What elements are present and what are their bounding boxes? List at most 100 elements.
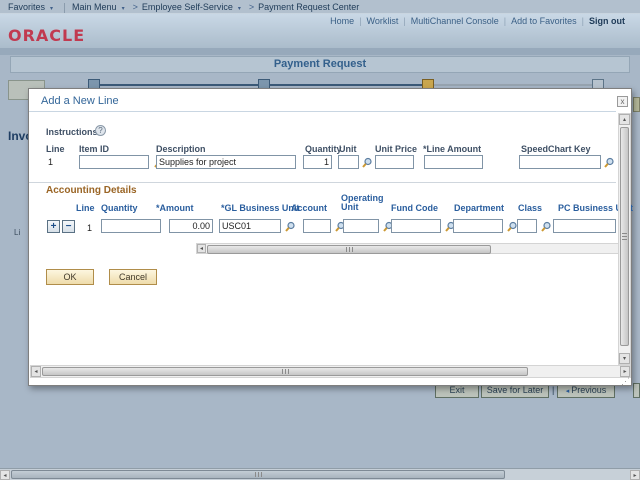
grid-scrollbar-left-icon[interactable]: ◂ (197, 244, 206, 253)
line-amount-input[interactable] (424, 155, 483, 169)
scroll-down-icon[interactable]: ▾ (619, 353, 630, 364)
col-header-class: Class (518, 203, 542, 213)
ok-button[interactable]: OK (46, 269, 94, 285)
row-operating-unit-input[interactable] (343, 219, 379, 233)
col-header-quantity: Quantity (101, 203, 138, 213)
application-window: Favorites ▾ Main Menu ▾ > Employee Self-Servi… (0, 0, 640, 480)
line-amount-label: *Line Amount (423, 144, 481, 154)
unit-lookup-icon[interactable] (361, 157, 373, 169)
background-label-fragment: Li (14, 228, 20, 237)
grid-scrollbar-thumb[interactable] (207, 245, 491, 254)
col-header-account: Account (291, 203, 327, 213)
worklist-link[interactable]: Worklist (367, 16, 399, 26)
chevron-down-icon: ▾ (122, 6, 125, 12)
col-header-fund-code: Fund Code (391, 203, 438, 213)
resize-grip-icon[interactable]: ⋰ (621, 376, 630, 387)
row-pc-business-unit-input[interactable] (553, 219, 616, 233)
speedchart-lookup-icon[interactable] (603, 157, 615, 169)
scrollbar-grip (622, 233, 627, 240)
row-line-number: 1 (87, 223, 92, 233)
section-divider (29, 182, 616, 183)
row-class-input[interactable] (517, 219, 537, 233)
col-header-line: Line (76, 203, 95, 213)
multichannel-console-link[interactable]: MultiChannel Console (411, 16, 499, 26)
dialog-vertical-scrollbar-thumb[interactable] (620, 127, 629, 346)
col-header-department: Department (454, 203, 504, 213)
breadcrumb-main-menu[interactable]: Main Menu (72, 2, 117, 12)
train-line-remaining (428, 84, 598, 86)
description-input[interactable] (156, 155, 296, 169)
row-quantity-input[interactable] (101, 219, 161, 233)
sign-out-link[interactable]: Sign out (589, 16, 625, 26)
page-scroll-right-icon[interactable]: ▸ (630, 470, 640, 480)
breadcrumb-separator: > (133, 2, 138, 12)
dialog-vertical-scrollbar-track[interactable]: ▴ ▾ (618, 113, 631, 365)
speedchart-key-input[interactable] (519, 155, 601, 169)
oracle-logo: ORACLE (8, 26, 85, 45)
breadcrumb-payment-request-center: Payment Request Center (258, 2, 359, 12)
utility-divider: | (403, 16, 405, 26)
close-icon[interactable]: x (617, 96, 628, 107)
chevron-down-icon: ▾ (50, 6, 53, 12)
page-title: Payment Request (10, 56, 630, 73)
quantity-label: Quantity (305, 144, 342, 154)
scroll-left-icon[interactable]: ◂ (31, 366, 41, 377)
cancel-button[interactable]: Cancel (109, 269, 157, 285)
scrollbar-grip (346, 247, 353, 252)
unit-input[interactable] (338, 155, 359, 169)
breadcrumb-favorites[interactable]: Favorites (8, 2, 45, 12)
chevron-down-icon: ▾ (238, 6, 241, 12)
header-band: Home | Worklist | MultiChannel Console | Add t… (0, 14, 640, 48)
scrollbar-grip (282, 369, 289, 374)
dialog-title-divider (29, 111, 616, 112)
page-scrollbar-thumb[interactable] (11, 470, 505, 479)
next-button-fragment[interactable] (633, 383, 640, 398)
dialog-title: Add a New Line (41, 95, 119, 107)
accounting-details-title: Accounting Details (46, 185, 137, 196)
class-lookup-icon[interactable] (540, 221, 552, 233)
background-button-fragment (633, 97, 640, 112)
help-icon[interactable]: ? (95, 125, 106, 136)
add-row-button[interactable]: + (47, 220, 60, 233)
breadcrumb-employee-self-service[interactable]: Employee Self-Service (142, 2, 233, 12)
utility-divider: | (504, 16, 506, 26)
row-fund-code-input[interactable] (391, 219, 441, 233)
row-amount-input[interactable] (169, 219, 213, 233)
scrollbar-grip (255, 472, 262, 477)
unit-price-input[interactable] (375, 155, 414, 169)
description-label: Description (156, 144, 206, 154)
previous-icon: ◂ (566, 388, 570, 395)
grid-scrollbar-track[interactable]: ◂ (196, 243, 619, 254)
breadcrumb: Favorites ▾ Main Menu ▾ > Employee Self-Servi… (0, 0, 640, 14)
row-department-input[interactable] (453, 219, 503, 233)
page-scroll-left-icon[interactable]: ◂ (0, 470, 10, 480)
scroll-up-icon[interactable]: ▴ (619, 114, 630, 125)
line-label: Line (46, 144, 65, 154)
row-gl-business-unit-input[interactable] (219, 219, 281, 233)
line-number: 1 (48, 157, 53, 167)
add-to-favorites-link[interactable]: Add to Favorites (511, 16, 577, 26)
row-account-input[interactable] (303, 219, 331, 233)
dialog-horizontal-scrollbar-thumb[interactable] (42, 367, 528, 376)
utility-divider: | (582, 16, 584, 26)
page-horizontal-scrollbar[interactable]: ◂ ▸ (0, 468, 640, 480)
footer-divider: | (552, 385, 554, 395)
item-id-input[interactable] (79, 155, 149, 169)
speedchart-key-label: SpeedChart Key (521, 144, 591, 154)
breadcrumb-separator: > (249, 2, 254, 12)
col-header-amount: *Amount (156, 203, 194, 213)
breadcrumb-divider (64, 3, 65, 13)
utility-nav: Home | Worklist | MultiChannel Console | Add t… (325, 16, 630, 26)
instructions-label: Instructions (46, 127, 98, 137)
previous-button-label: Previous (571, 385, 606, 395)
header-strip (0, 48, 640, 55)
col-header-gl-business-unit: *GL Business Unit (221, 203, 299, 213)
item-id-label: Item ID (79, 144, 109, 154)
gl-business-unit-lookup-icon[interactable] (284, 221, 296, 233)
home-link[interactable]: Home (330, 16, 354, 26)
background-section-heading: Invo (8, 129, 28, 143)
dialog-horizontal-scrollbar-track[interactable]: ◂ ▸ (30, 365, 631, 378)
unit-price-label: Unit Price (375, 144, 417, 154)
delete-row-button[interactable]: − (62, 220, 75, 233)
quantity-input[interactable] (303, 155, 332, 169)
